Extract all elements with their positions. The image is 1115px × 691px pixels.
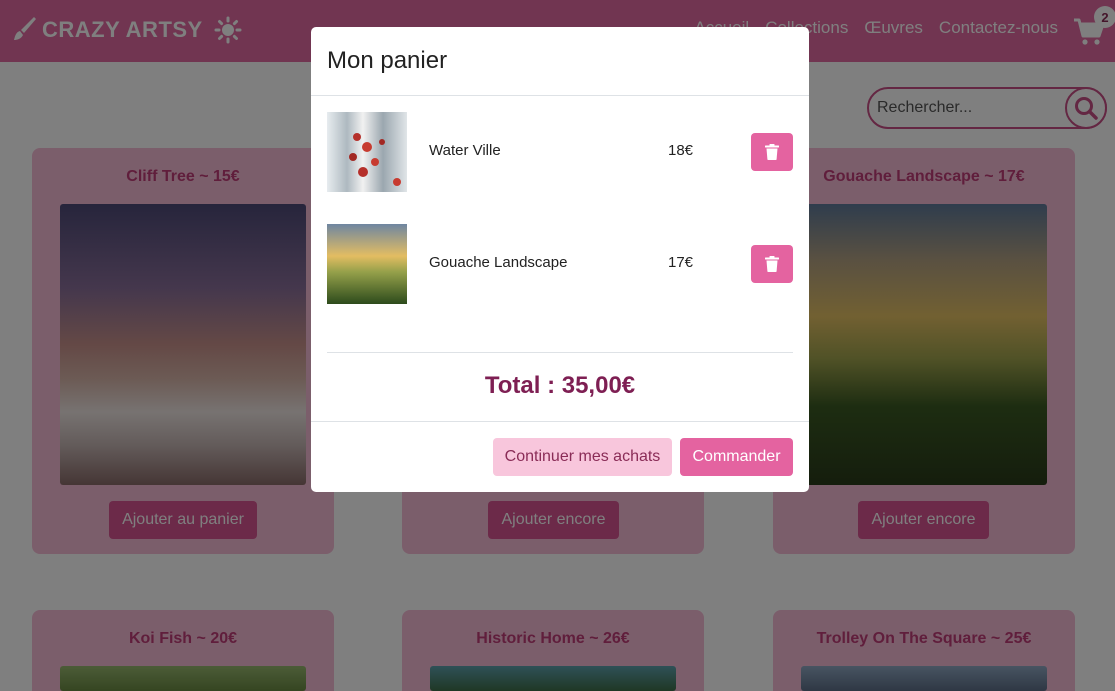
cart-item-name: Water Ville: [429, 142, 501, 159]
continue-shopping-button[interactable]: Continuer mes achats: [493, 438, 672, 476]
trash-icon: [765, 144, 779, 160]
water-ville-thumbnail-art: [349, 133, 401, 186]
cart-item: Gouache Landscape 17€: [327, 224, 793, 304]
cart-modal: Mon panier Water Ville 18€ Gouache Lands…: [311, 27, 809, 492]
cart-item-price: 18€: [668, 142, 694, 159]
cart-total: Total : 35,00€: [484, 372, 636, 399]
trash-icon: [765, 256, 779, 272]
order-button[interactable]: Commander: [680, 438, 793, 476]
cart-item-thumbnail: [327, 224, 407, 304]
modal-title: Mon panier: [327, 47, 448, 74]
modal-divider: [327, 352, 793, 353]
remove-item-button[interactable]: [751, 245, 793, 283]
modal-header: Mon panier: [311, 27, 809, 96]
modal-footer: Continuer mes achats Commander: [311, 421, 809, 492]
cart-item: Water Ville 18€: [327, 112, 793, 192]
cart-item-thumbnail: [327, 112, 407, 192]
remove-item-button[interactable]: [751, 133, 793, 171]
cart-item-price: 17€: [668, 254, 694, 271]
cart-item-name: Gouache Landscape: [429, 254, 568, 271]
